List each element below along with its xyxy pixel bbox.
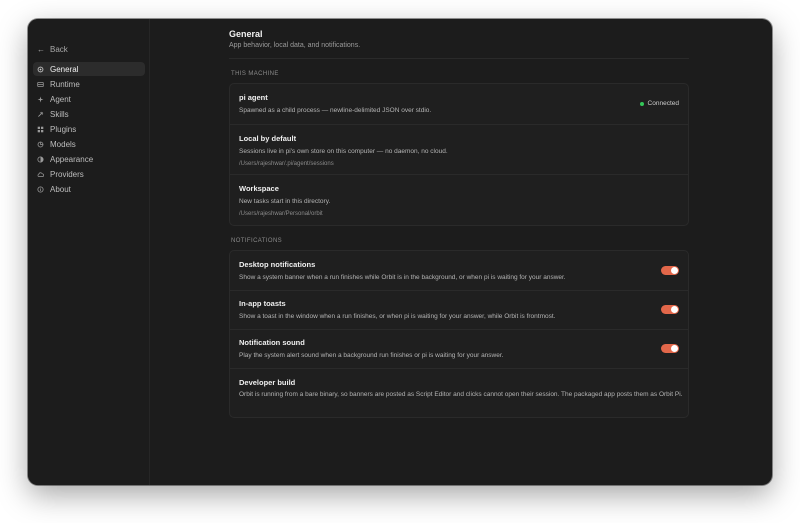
row-local-by-default: Local by default Sessions live in pi's o…: [230, 124, 688, 174]
row-description: Sessions live in pi's own store on this …: [239, 148, 448, 155]
row-title: In-app toasts: [239, 299, 286, 308]
sidebar-item-providers[interactable]: Providers: [33, 168, 145, 182]
app-window: ← Back General Runtime Agent Skills Plug…: [28, 19, 772, 485]
sidebar-item-label: Models: [50, 139, 76, 149]
runtime-icon: [37, 81, 44, 88]
row-notification-sound: Notification sound Play the system alert…: [230, 329, 688, 368]
toggle-knob: [671, 306, 678, 313]
this-machine-card: pi agent Spawned as a child process — ne…: [229, 83, 689, 226]
row-title: Local by default: [239, 134, 297, 143]
sidebar-item-label: About: [50, 185, 71, 195]
settings-nav: General Runtime Agent Skills Plugins Mod…: [33, 62, 145, 198]
page-subtitle: App behavior, local data, and notificati…: [229, 42, 361, 49]
section-label-notifications: NOTIFICATIONS: [231, 238, 283, 244]
status-badge: Connected: [639, 100, 679, 107]
sidebar-item-plugins[interactable]: Plugins: [33, 122, 145, 136]
sidebar-item-skills[interactable]: Skills: [33, 107, 145, 121]
sidebar-item-label: General: [50, 64, 79, 74]
sidebar-item-label: Agent: [50, 94, 71, 104]
row-title: Developer build: [239, 378, 296, 387]
row-workspace: Workspace New tasks start in this direct…: [230, 174, 688, 226]
sidebar-item-appearance[interactable]: Appearance: [33, 153, 145, 167]
row-description: Play the system alert sound when a backg…: [239, 352, 504, 359]
sidebar-item-label: Appearance: [50, 155, 94, 165]
models-icon: [37, 141, 44, 148]
notification-sound-toggle[interactable]: [661, 344, 679, 353]
toggle-knob: [671, 267, 678, 274]
sidebar-item-label: Runtime: [50, 79, 80, 89]
sidebar-item-about[interactable]: About: [33, 183, 145, 197]
row-description: Orbit is running from a bare binary, so …: [239, 391, 683, 398]
row-title: Workspace: [239, 184, 279, 193]
skills-icon: [37, 111, 44, 118]
row-description: Spawned as a child process — newline-del…: [239, 107, 432, 114]
status-label: Connected: [647, 100, 679, 107]
sidebar-item-runtime[interactable]: Runtime: [33, 77, 145, 91]
providers-icon: [37, 171, 44, 178]
page-title: General: [229, 29, 263, 39]
row-in-app-toasts: In-app toasts Show a toast in the window…: [230, 290, 688, 329]
sidebar-item-label: Plugins: [50, 124, 77, 134]
plugins-icon: [37, 126, 44, 133]
in-app-toasts-toggle[interactable]: [661, 305, 679, 314]
sidebar-item-general[interactable]: General: [33, 62, 145, 76]
sidebar-item-label: Providers: [50, 170, 84, 180]
row-developer-build: Developer build Orbit is running from a …: [230, 368, 688, 418]
back-button[interactable]: ← Back: [37, 45, 68, 54]
workspace-path[interactable]: /Users/rajeshwar/Personal/orbit: [239, 211, 323, 217]
sidebar-item-label: Skills: [50, 109, 69, 119]
agent-icon: [37, 96, 44, 103]
back-label: Back: [50, 45, 68, 54]
status-dot-icon: [639, 101, 644, 106]
toggle-knob: [671, 345, 678, 352]
arrow-left-icon: ←: [37, 45, 45, 54]
sidebar: ← Back General Runtime Agent Skills Plug…: [28, 19, 150, 485]
row-description: New tasks start in this directory.: [239, 198, 331, 205]
row-title: Desktop notifications: [239, 260, 316, 269]
header-divider: [229, 58, 689, 59]
row-title: pi agent: [239, 93, 268, 102]
appearance-icon: [37, 156, 44, 163]
section-label-this-machine: THIS MACHINE: [231, 71, 279, 77]
row-description: Show a toast in the window when a run fi…: [239, 313, 556, 320]
gear-icon: [37, 66, 44, 73]
row-description: Show a system banner when a run finishes…: [239, 274, 566, 281]
row-pi-agent: pi agent Spawned as a child process — ne…: [230, 84, 688, 124]
notifications-card: Desktop notifications Show a system bann…: [229, 250, 689, 418]
row-desktop-notifications: Desktop notifications Show a system bann…: [230, 251, 688, 290]
desktop-notifications-toggle[interactable]: [661, 266, 679, 275]
info-icon: [37, 186, 44, 193]
sessions-path: /Users/rajeshwar/.pi/agent/sessions: [239, 161, 334, 167]
sidebar-item-agent[interactable]: Agent: [33, 92, 145, 106]
row-title: Notification sound: [239, 338, 305, 347]
sidebar-item-models[interactable]: Models: [33, 137, 145, 151]
